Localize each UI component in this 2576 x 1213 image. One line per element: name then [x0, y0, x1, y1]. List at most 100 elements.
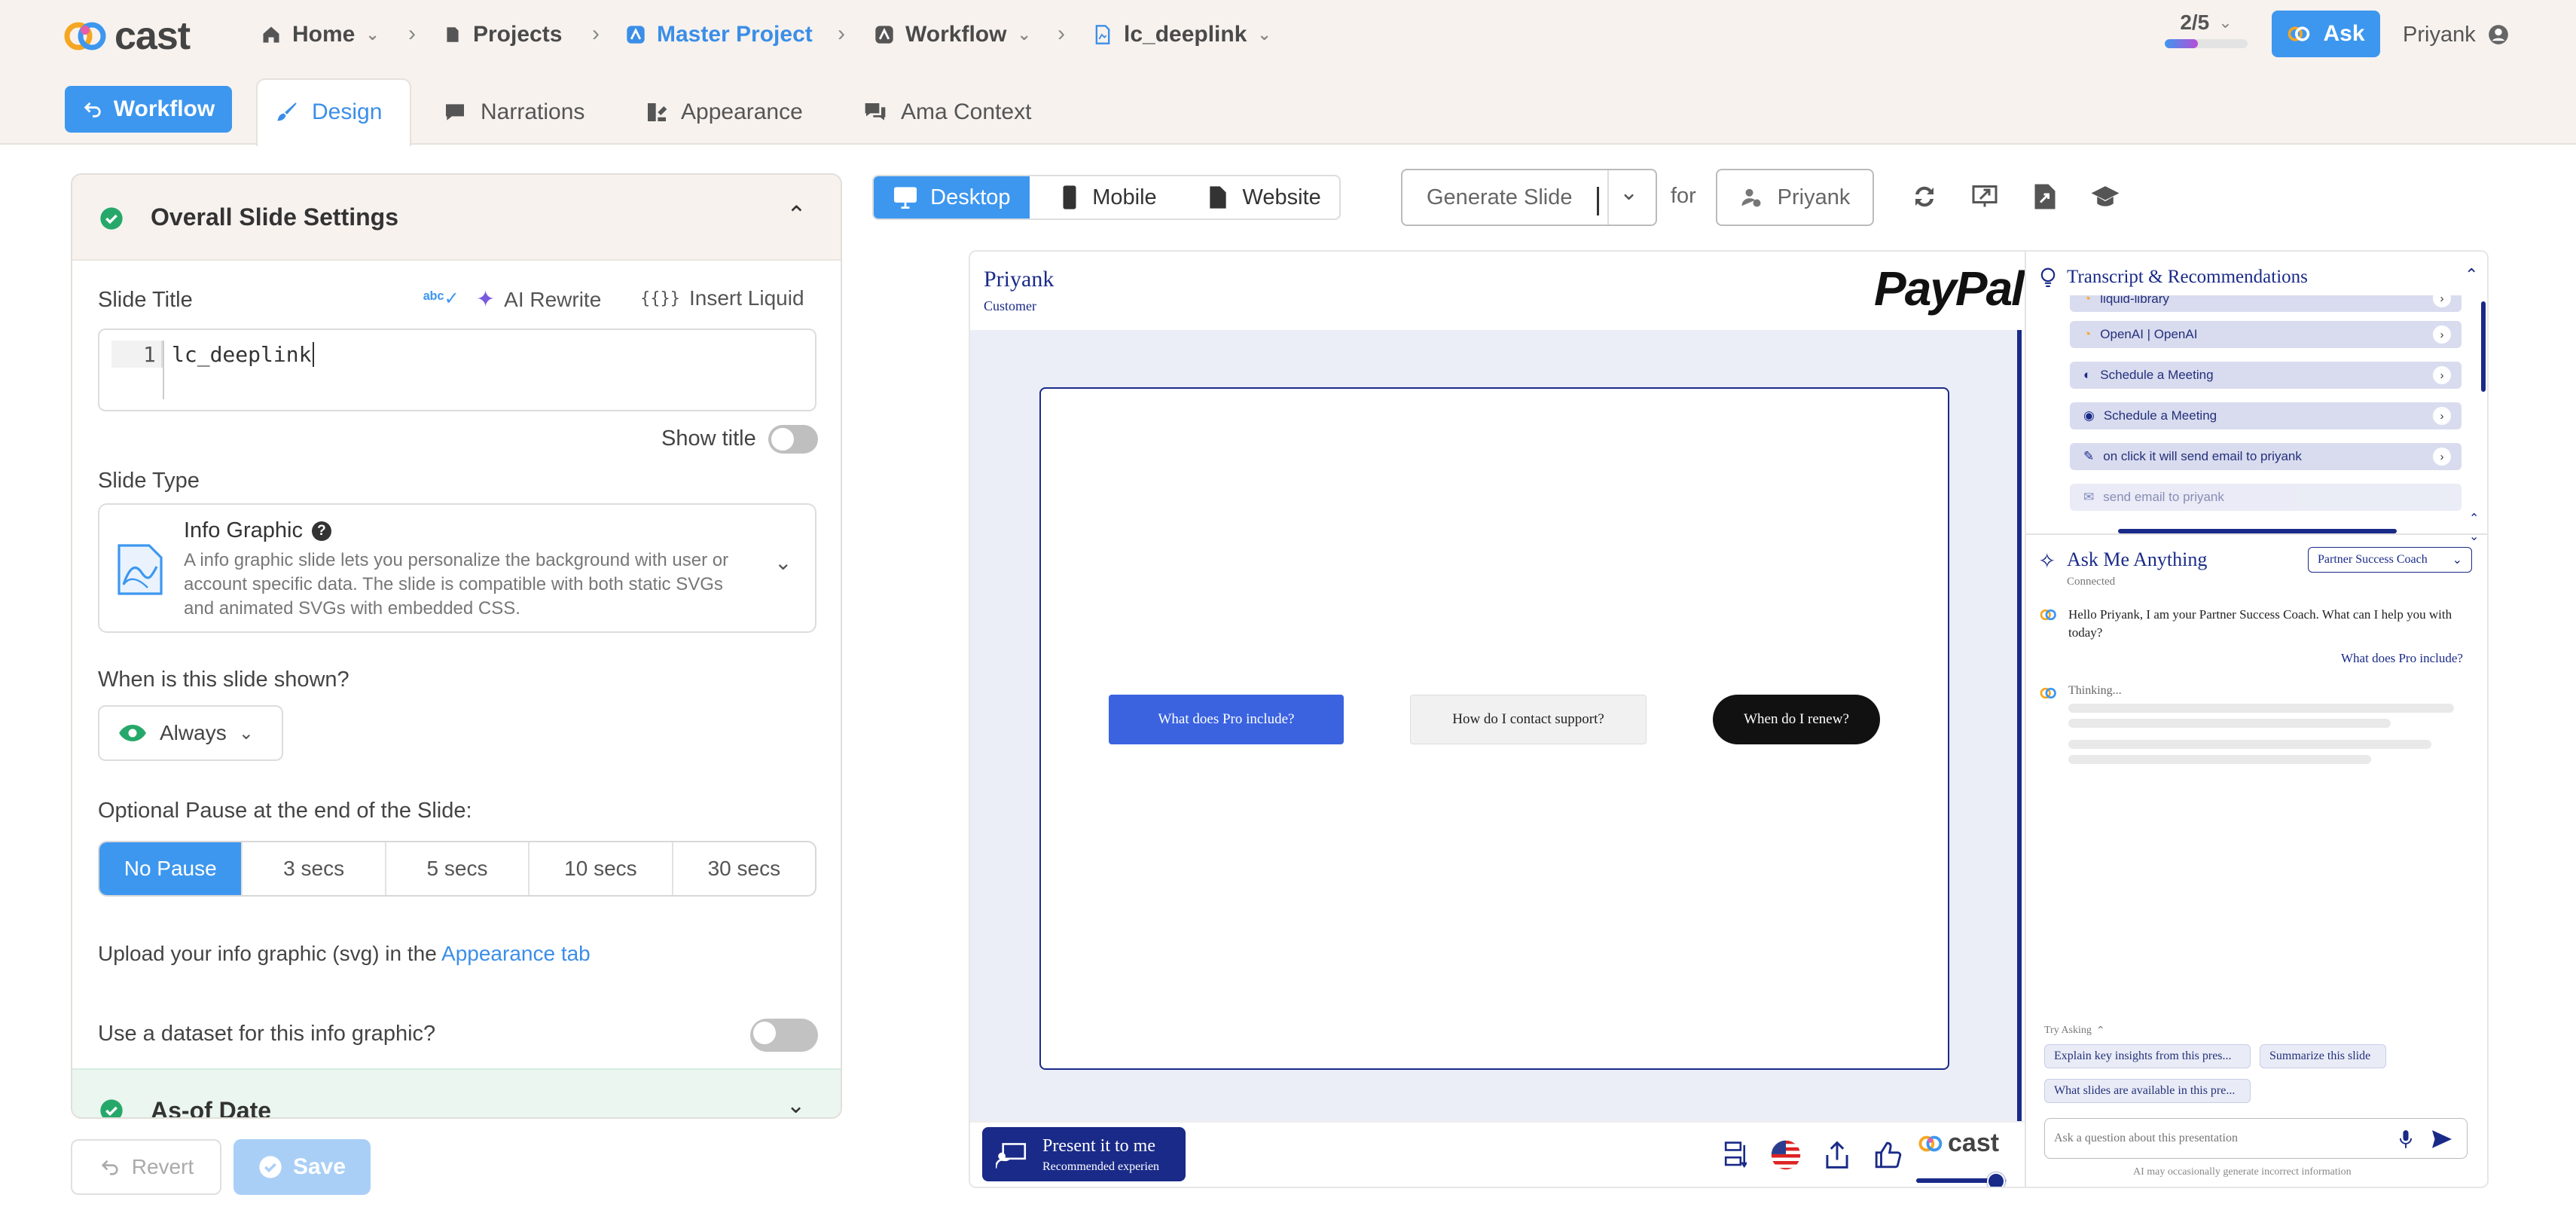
recommendation-item[interactable]: ✎ on click it will send email to priyank ›	[2070, 443, 2462, 470]
eye-icon	[119, 725, 146, 741]
arrow-right-icon: ›	[2433, 448, 2451, 466]
revert-button[interactable]: Revert	[71, 1139, 221, 1195]
breadcrumb-master-project[interactable]: Master Project	[625, 17, 813, 53]
breadcrumb-label: Workflow	[905, 22, 1007, 47]
slide-type-select[interactable]: Info Graphic ? A info graphic slide lets…	[98, 503, 816, 633]
tab-narrations[interactable]: Narrations	[441, 81, 584, 143]
gutter-line	[163, 341, 164, 399]
section-header-as-of-date[interactable]: As-of Date ⌄	[72, 1068, 841, 1117]
suggestion-chip[interactable]: Explain key insights from this pres...	[2044, 1044, 2251, 1068]
ama-title: Ask Me Anything	[2067, 548, 2208, 570]
check-circle-icon	[100, 1099, 123, 1117]
presentation-icon	[1972, 185, 1998, 207]
appearance-tab-link[interactable]: Appearance tab	[441, 942, 591, 965]
recommendation-item[interactable]: ◔ OpenAI | OpenAI ›	[2070, 321, 2462, 348]
view-desktop[interactable]: Desktop	[874, 176, 1030, 218]
slide-list-button[interactable]	[1716, 1138, 1750, 1172]
recommendation-label: liquid-library	[2100, 295, 2169, 306]
try-asking-toggle[interactable]: Try Asking ⌃	[2044, 1025, 2105, 1037]
ama-input-box[interactable]	[2044, 1118, 2468, 1159]
recommendation-item[interactable]: ◐ Schedule a Meeting ›	[2070, 362, 2462, 389]
transcript-scrollbar[interactable]	[2481, 301, 2486, 392]
refresh-button[interactable]	[1907, 179, 1942, 214]
slide-button-support[interactable]: How do I contact support?	[1410, 695, 1647, 744]
ama-status: Connected	[2067, 576, 2116, 588]
microphone-icon[interactable]	[2399, 1129, 2413, 1149]
chevron-down-icon[interactable]: ⌄	[2469, 529, 2479, 544]
breadcrumb-slide[interactable]: lc_deeplink ⌄	[1092, 17, 1271, 53]
ama-sparkle-icon: ✧	[2038, 549, 2056, 573]
suggestion-chip[interactable]: What slides are available in this pre...	[2044, 1079, 2251, 1103]
view-mobile[interactable]: Mobile	[1030, 176, 1190, 218]
coach-select[interactable]: Partner Success Coach ⌄	[2308, 547, 2472, 573]
slide-title-editor[interactable]: 1 lc_deeplink	[98, 328, 816, 411]
check-circle-icon	[259, 1156, 282, 1178]
generate-label: Generate Slide	[1427, 185, 1573, 209]
tab-ama-context[interactable]: Ama Context	[862, 81, 1031, 143]
slider-fill	[1916, 1178, 1992, 1183]
workflow-button[interactable]: Workflow	[65, 86, 232, 133]
spellcheck-icon[interactable]: ᵃᵇᶜ✓	[423, 288, 459, 310]
suggestion-chip[interactable]: Summarize this slide	[2260, 1044, 2386, 1068]
ai-rewrite-button[interactable]: ✦ AI Rewrite	[476, 286, 601, 313]
breadcrumb-projects[interactable]: Projects	[443, 17, 562, 53]
user-menu[interactable]: Priyank	[2403, 18, 2509, 51]
show-title-toggle[interactable]	[768, 425, 818, 454]
training-button[interactable]	[2088, 179, 2123, 214]
project-icon	[627, 26, 645, 44]
volume-slider[interactable]	[1916, 1172, 2010, 1187]
present-button[interactable]	[1967, 179, 2002, 214]
view-label: Desktop	[930, 185, 1011, 209]
breadcrumb-label: lc_deeplink	[1124, 22, 1247, 47]
recommendation-item[interactable]: ✉ send email to priyank	[2070, 484, 2462, 511]
tab-design[interactable]: Design	[274, 81, 382, 143]
insert-liquid-button[interactable]: {{}} Insert Liquid	[640, 286, 804, 310]
ask-button[interactable]: Ask	[2272, 11, 2380, 57]
pause-option-30[interactable]: 30 secs	[673, 842, 815, 895]
chevron-down-icon: ⌄	[2218, 13, 2233, 32]
recommendation-item[interactable]: ◔ liquid-library ›	[2070, 295, 2462, 312]
view-website[interactable]: Website	[1189, 176, 1339, 218]
persona-select[interactable]: Priyank	[1716, 169, 1874, 226]
ama-question-input[interactable]	[2054, 1128, 2378, 1149]
send-icon[interactable]	[2431, 1129, 2453, 1149]
transcript-list: ◔ liquid-library › ◔ OpenAI | OpenAI › ◐ Sche…	[2025, 295, 2487, 523]
help-icon[interactable]: ?	[311, 521, 331, 541]
cast-logo[interactable]: cast	[63, 14, 191, 59]
recommendation-label: on click it will send email to priyank	[2103, 449, 2302, 463]
slide-button-renew[interactable]: When do I renew?	[1713, 695, 1880, 744]
recommendation-item[interactable]: ◉ Schedule a Meeting ›	[2070, 402, 2462, 429]
user-avatar-icon	[2488, 25, 2508, 44]
share-button[interactable]	[1820, 1138, 1854, 1172]
present-it-to-me-button[interactable]: Present it to me Recommended experien	[982, 1127, 1186, 1181]
loading-skeleton	[2068, 704, 2454, 713]
progress-indicator[interactable]: 2/5 ⌄	[2165, 11, 2248, 57]
chevron-up-icon[interactable]: ⌃	[2469, 511, 2479, 526]
chevron-down-icon[interactable]: ⌄	[1619, 179, 1638, 206]
breadcrumb-workflow[interactable]: Workflow ⌄	[874, 17, 1031, 53]
export-button[interactable]	[2028, 179, 2062, 214]
dataset-toggle[interactable]	[750, 1019, 818, 1052]
coach-select-value: Partner Success Coach	[2318, 553, 2428, 566]
save-button[interactable]: Save	[233, 1139, 371, 1195]
file-export-icon	[2034, 184, 2056, 209]
chevron-up-icon[interactable]: ⌃	[2465, 265, 2478, 285]
ask-logo-icon	[2288, 26, 2310, 41]
pause-option-5[interactable]: 5 secs	[386, 842, 530, 895]
pause-option-10[interactable]: 10 secs	[530, 842, 673, 895]
slide-button-pro[interactable]: What does Pro include?	[1109, 695, 1344, 744]
slider-thumb[interactable]	[1987, 1172, 2005, 1187]
section-header-overall[interactable]: Overall Slide Settings ⌃	[72, 175, 841, 261]
pause-option-none[interactable]: No Pause	[99, 842, 243, 895]
tab-appearance[interactable]: Appearance	[645, 81, 803, 143]
breadcrumb-home[interactable]: Home ⌄	[261, 17, 380, 53]
thinking-label: Thinking...	[2068, 684, 2122, 697]
breadcrumb-label: Master Project	[657, 22, 813, 47]
show-title-label: Show title	[661, 426, 756, 451]
like-button[interactable]	[1871, 1138, 1906, 1172]
slide-shown-select[interactable]: Always ⌄	[98, 705, 283, 761]
chevron-up-icon[interactable]: ⌃	[786, 200, 807, 229]
pause-option-3[interactable]: 3 secs	[243, 842, 386, 895]
language-button[interactable]	[1769, 1138, 1803, 1172]
generate-slide-select[interactable]: Generate Slide ⌄	[1401, 169, 1657, 226]
